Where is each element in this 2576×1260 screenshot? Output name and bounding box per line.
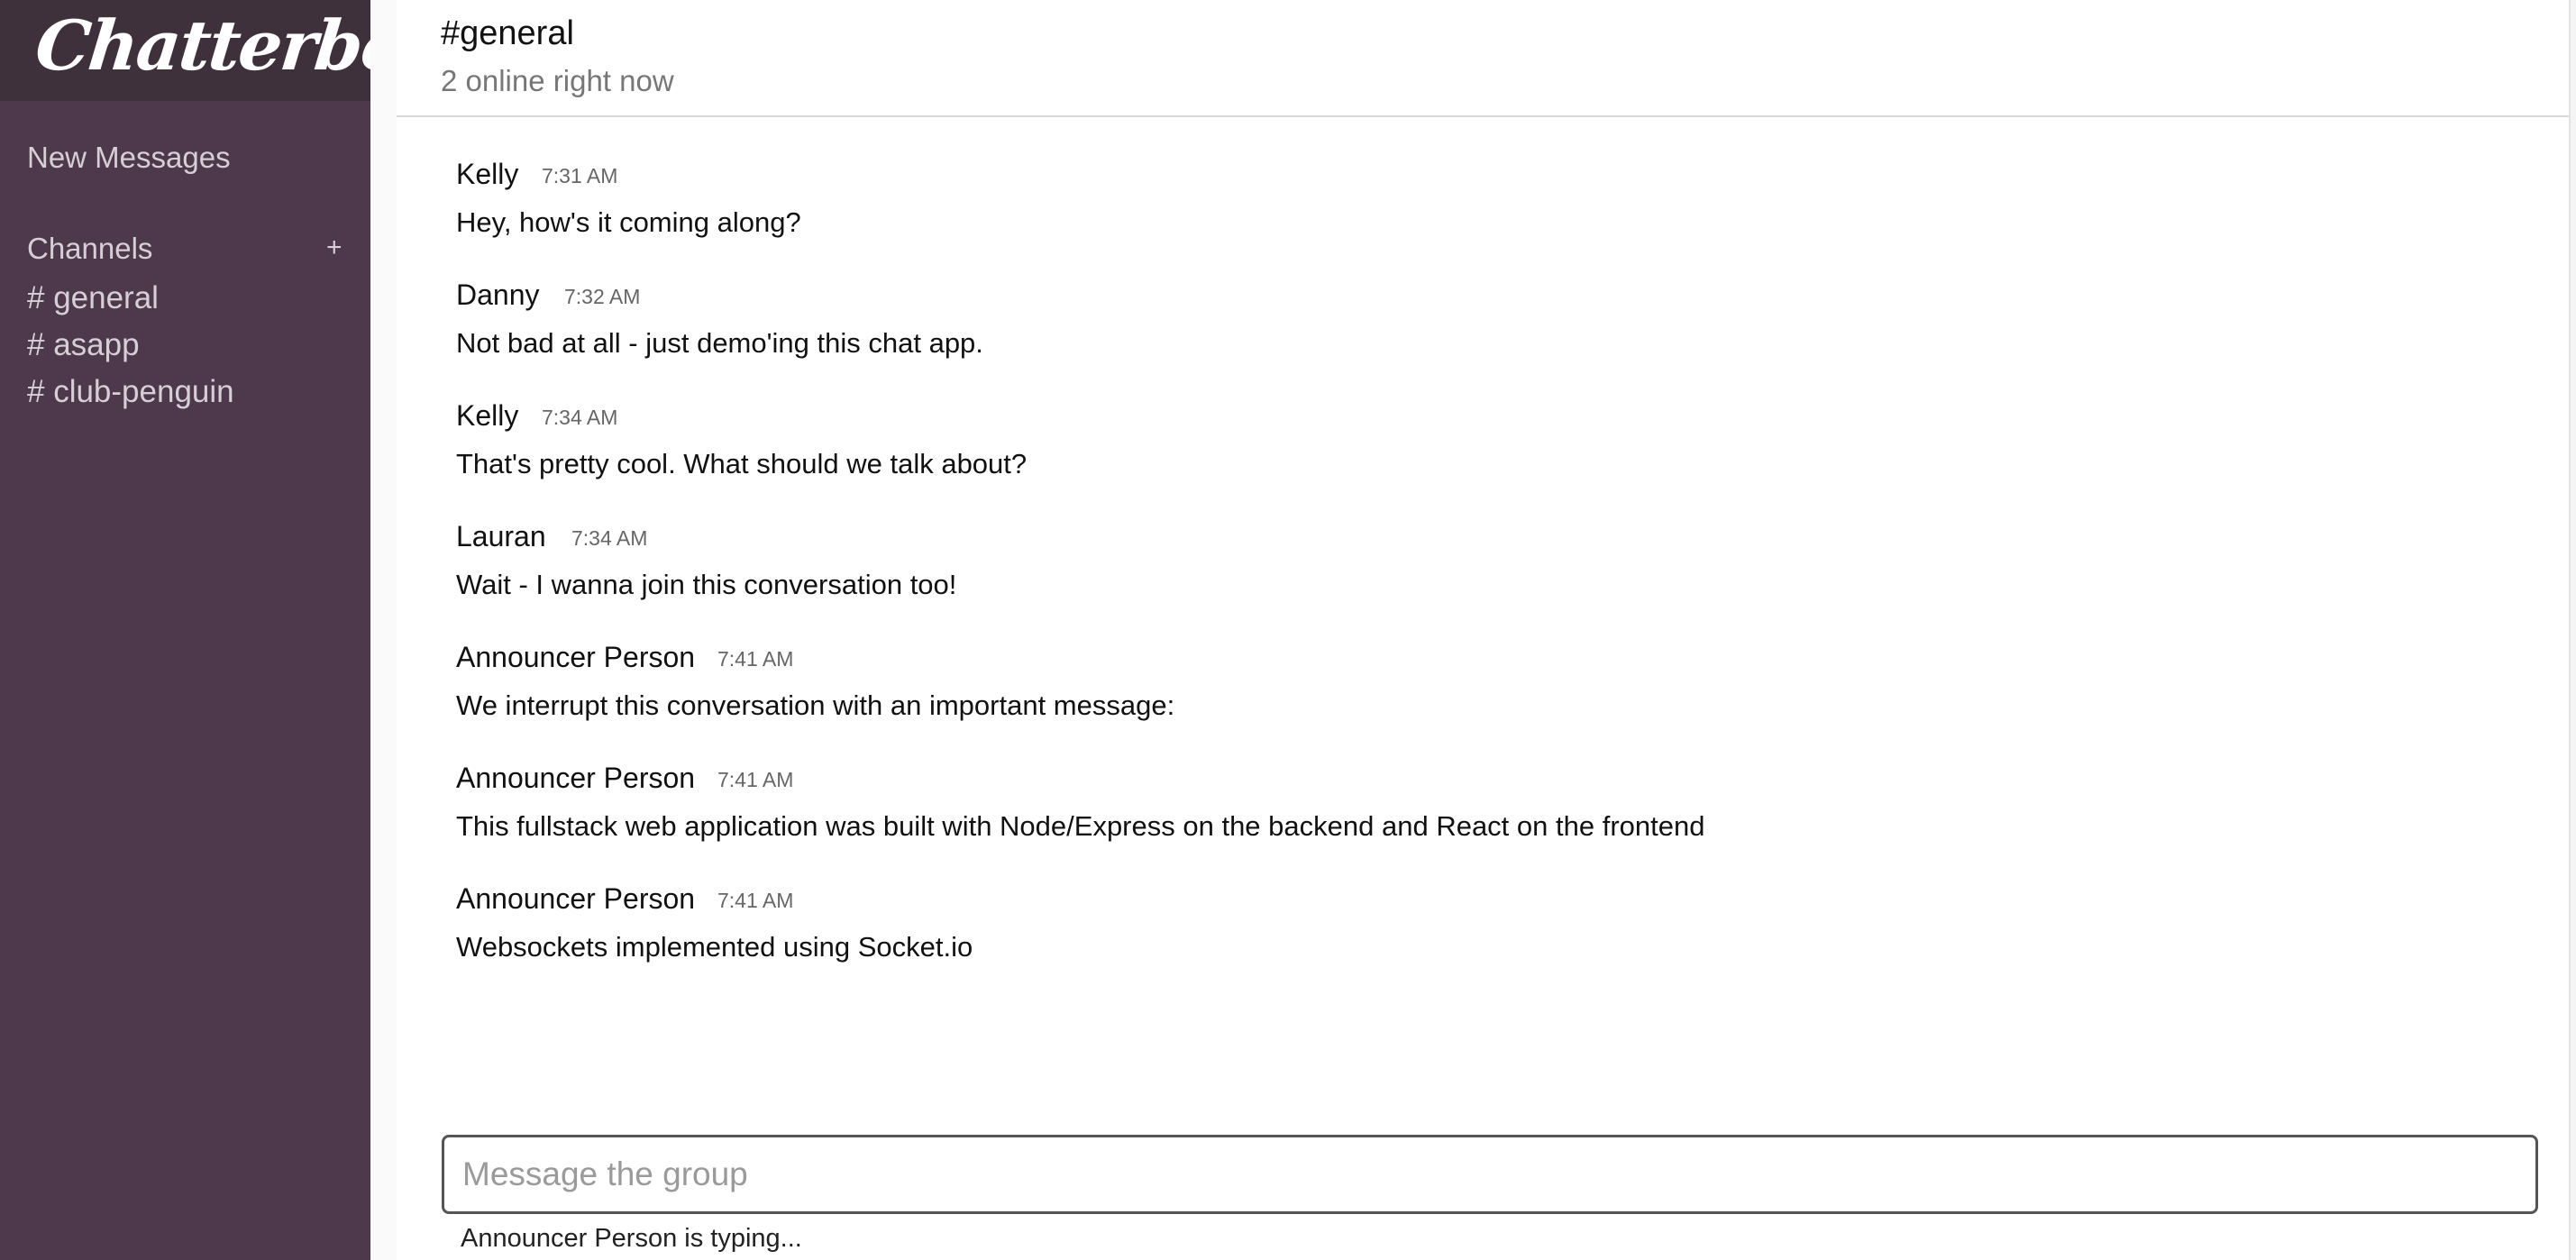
message-author: Kelly [456, 158, 519, 190]
new-messages-link[interactable]: New Messages [27, 141, 231, 175]
sidebar-item-asapp[interactable]: # asapp [27, 327, 140, 363]
typing-indicator: Announcer Person is typing... [461, 1224, 802, 1253]
message-timestamp: 7:31 AM [542, 164, 618, 187]
message-timestamp: 7:32 AM [564, 285, 641, 308]
message-text: We interrupt this conversation with an i… [456, 689, 1175, 721]
message-timestamp: 7:41 AM [717, 768, 794, 791]
sidebar-item-general[interactable]: # general [27, 280, 159, 316]
message-author: Lauran [456, 520, 546, 552]
logo-bar: Chatterbox [0, 0, 448, 101]
message-timestamp: 7:41 AM [717, 889, 794, 912]
message-author: Danny [456, 278, 540, 311]
channel-title: #general [441, 14, 574, 52]
message-text: Websockets implemented using Socket.io [456, 931, 973, 963]
sidebar-gutter [370, 0, 397, 1260]
message-author: Announcer Person [456, 641, 696, 673]
online-count: 2 online right now [441, 64, 674, 97]
message-author: Announcer Person [456, 762, 696, 794]
message-author: Announcer Person [456, 882, 696, 915]
message-text: Wait - I wanna join this conversation to… [456, 569, 957, 600]
chat-app: Chatterbox New Messages Channels + # gen… [0, 0, 2576, 1260]
message-timestamp: 7:34 AM [542, 406, 618, 429]
message-text: This fullstack web application was built… [456, 810, 1705, 842]
window-edge [2569, 0, 2576, 1260]
message-input[interactable] [442, 1135, 2538, 1214]
add-channel-button[interactable]: + [326, 233, 343, 263]
message-author: Kelly [456, 399, 519, 432]
sidebar: Chatterbox New Messages Channels + # gen… [0, 0, 448, 1260]
message-text: Not bad at all - just demo'ing this chat… [456, 327, 983, 359]
sidebar-item-club-penguin[interactable]: # club-penguin [27, 374, 234, 410]
message-timestamp: 7:41 AM [717, 647, 794, 671]
channels-heading: Channels [27, 232, 153, 265]
message-timestamp: 7:34 AM [571, 526, 648, 550]
channel-header: #general 2 online right now [397, 0, 2569, 117]
message-text: That's pretty cool. What should we talk … [456, 448, 1028, 479]
message-text: Hey, how's it coming along? [456, 206, 801, 238]
